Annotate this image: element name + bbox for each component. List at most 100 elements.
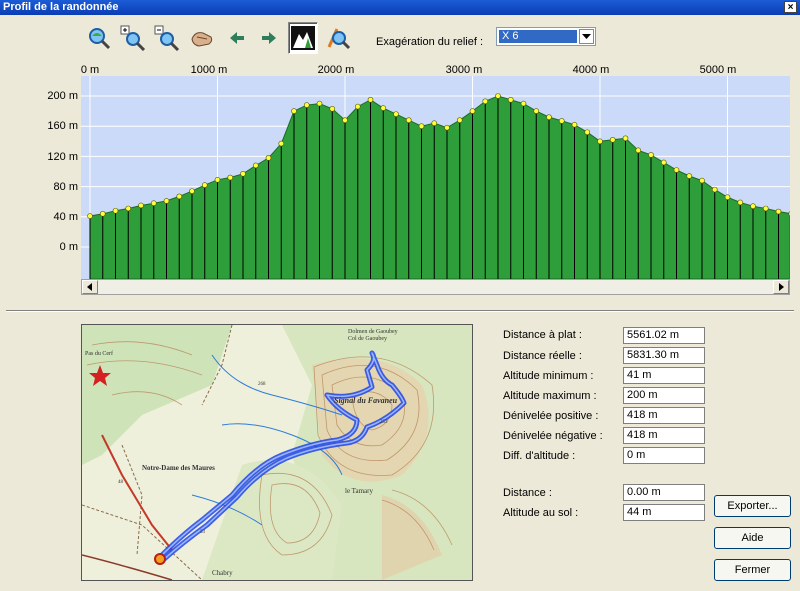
map-label: Dolmen de Gaoubey	[348, 329, 398, 335]
waypoint-marker	[125, 205, 132, 212]
map-label: Col de Gaoubey	[348, 336, 387, 342]
zoom-fit-icon	[89, 28, 111, 50]
relief-profile-button[interactable]	[288, 22, 318, 54]
stat-label: Altitude maximum :	[503, 390, 597, 402]
stat-label: Diff. d'altitude :	[503, 450, 576, 462]
title-bar: Profil de la randonnée ×	[0, 0, 800, 15]
panel-separator	[6, 310, 794, 312]
cursor-label: Distance :	[503, 487, 552, 499]
waypoint-marker	[622, 135, 629, 142]
map-label: 268	[258, 382, 266, 387]
stat-value-box: 41 m	[623, 367, 705, 384]
stat-value-box: 0 m	[623, 447, 705, 464]
close-window-button[interactable]: ×	[784, 1, 797, 13]
stat-label: Distance à plat :	[503, 329, 582, 341]
waypoint-marker	[571, 121, 578, 128]
x-tick-label: 1000 m	[190, 64, 228, 76]
chevron-down-icon[interactable]	[579, 29, 594, 44]
route-search-button[interactable]	[323, 22, 353, 54]
exaggeration-select[interactable]: X 6	[496, 27, 596, 46]
arrow-right-icon	[262, 32, 276, 44]
waypoint-marker	[329, 106, 336, 112]
waypoint-marker	[303, 102, 310, 108]
waypoint-marker	[240, 170, 246, 177]
stat-value-box: 200 m	[623, 387, 705, 404]
waypoint-marker	[635, 147, 642, 154]
waypoint-marker	[316, 100, 323, 107]
cursor-altitude-box: 44 m	[623, 504, 705, 521]
exaggeration-value: X 6	[499, 30, 577, 43]
map-label: 48	[118, 480, 124, 485]
arrow-left-icon	[230, 32, 244, 44]
export-button[interactable]: Exporter...	[714, 495, 791, 517]
x-tick-label: 2000 m	[317, 64, 355, 76]
zoom-out-button[interactable]	[152, 22, 182, 54]
x-tick-label: 4000 m	[572, 64, 610, 76]
waypoint-marker	[546, 114, 552, 120]
x-tick-label: 3000 m	[445, 64, 483, 76]
waypoint-marker	[189, 188, 195, 194]
waypoint-marker	[584, 129, 591, 136]
waypoint-marker	[648, 152, 654, 158]
triangle-right-icon	[779, 283, 784, 291]
y-tick-label: 40 m	[53, 211, 78, 223]
waypoint-marker	[469, 108, 476, 114]
waypoint-marker	[762, 205, 769, 212]
map-label: 253	[380, 420, 388, 425]
cursor-label: Altitude au sol :	[503, 507, 579, 519]
help-button[interactable]: Aide	[714, 527, 791, 549]
waypoint-marker	[673, 167, 680, 173]
next-button[interactable]	[254, 22, 284, 54]
zoom-fit-button[interactable]	[84, 22, 114, 54]
waypoint-marker	[444, 124, 450, 131]
map-label: Chabry	[212, 569, 233, 577]
zoom-in-icon	[120, 25, 146, 51]
scroll-left-button[interactable]	[82, 280, 98, 294]
waypoint-marker	[482, 98, 489, 105]
route-start-marker	[154, 553, 166, 565]
map-label: Pas du Cerf	[85, 350, 113, 357]
pan-hand-icon	[191, 32, 213, 47]
waypoint-marker	[354, 103, 361, 110]
map-label: Notre-Dame des Maures	[142, 464, 215, 472]
zoom-out-icon	[154, 25, 180, 51]
waypoint-marker	[176, 193, 183, 200]
topographic-map[interactable]: Dolmen de Gaoubey Col de Gaoubey Signal …	[81, 324, 473, 581]
waypoint-marker	[558, 118, 565, 124]
stat-value-box: 5561.02 m	[623, 327, 705, 344]
waypoint-marker	[87, 213, 93, 219]
scroll-right-button[interactable]	[773, 280, 789, 294]
waypoint-marker	[227, 174, 234, 181]
y-tick-label: 160 m	[47, 120, 78, 132]
pan-button[interactable]	[187, 22, 217, 54]
x-tick-label: 0 m	[80, 64, 100, 76]
waypoint-marker	[750, 203, 756, 210]
waypoint-marker	[380, 105, 387, 111]
waypoint-marker	[112, 207, 119, 214]
profile-scrollbar[interactable]	[81, 279, 790, 295]
elevation-profile-chart[interactable]	[81, 76, 790, 279]
stat-value-box: 5831.30 m	[623, 347, 705, 364]
waypoint-marker	[138, 202, 144, 209]
waypoint-marker	[737, 199, 744, 206]
y-tick-label: 120 m	[47, 151, 78, 163]
waypoint-marker	[418, 123, 425, 130]
zoom-in-button[interactable]	[118, 22, 148, 54]
waypoint-marker	[686, 173, 693, 179]
previous-button[interactable]	[222, 22, 252, 54]
waypoint-marker	[711, 186, 718, 193]
stat-label: Altitude minimum :	[503, 370, 594, 382]
y-tick-label: 200 m	[47, 90, 78, 102]
waypoint-marker	[150, 200, 157, 207]
map-label: Signal du Favaneu	[334, 396, 398, 405]
waypoint-marker	[533, 108, 540, 114]
waypoint-marker	[291, 108, 297, 114]
stat-label: Dénivelée négative :	[503, 430, 603, 442]
waypoint-marker	[609, 136, 616, 143]
waypoint-marker	[367, 96, 374, 103]
waypoint-marker	[724, 194, 731, 200]
close-button[interactable]: Fermer	[714, 559, 791, 581]
route-search-icon	[327, 28, 351, 50]
waypoint-marker	[265, 155, 272, 161]
map-label: 53	[200, 530, 206, 535]
